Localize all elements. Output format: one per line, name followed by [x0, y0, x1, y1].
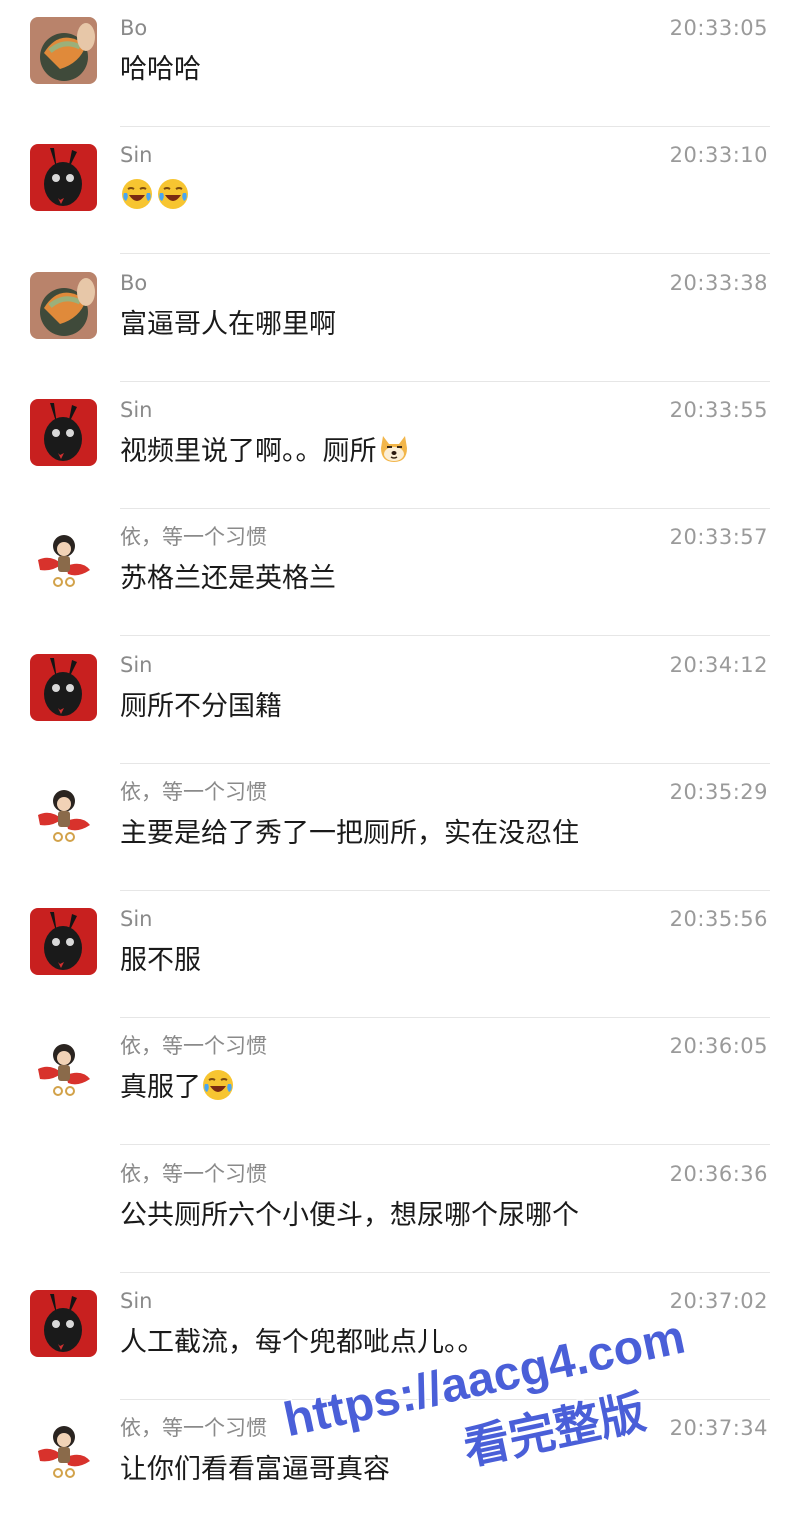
message-body: 主要是给了秀了一把厕所，实在没忍住 [120, 814, 579, 854]
yi-avatar[interactable] [30, 780, 97, 848]
message-item[interactable]: Sin 20:34:12 厕所不分国籍 [0, 637, 800, 764]
message-text: 哈哈哈 [120, 54, 201, 85]
sender-name: 依，等一个习惯 [120, 525, 267, 550]
message-item[interactable]: Sin 20:35:56 服不服 [0, 891, 800, 1019]
message-timestamp: 20:33:57 [669, 525, 768, 550]
sin-avatar[interactable] [30, 1290, 97, 1357]
message-body: 苏格兰还是英格兰 [120, 559, 336, 599]
sin-avatar[interactable] [30, 653, 97, 721]
yi-avatar[interactable] [30, 1035, 97, 1103]
message-timestamp: 20:36:36 [669, 1161, 768, 1186]
sender-name: Sin [120, 1289, 153, 1313]
sender-name: Bo [120, 270, 148, 295]
bo-avatar[interactable] [30, 17, 97, 84]
message-body: 视频里说了啊。。厕所 [120, 432, 413, 472]
message-text: 真服了 [120, 1072, 201, 1104]
yi-avatar[interactable] [30, 1417, 97, 1485]
message-item[interactable]: 依，等一个习惯 20:36:05 真服了 [0, 1018, 800, 1146]
sender-name: Sin [120, 652, 153, 677]
sender-name: Sin [120, 907, 153, 932]
message-text: 视频里说了啊。。厕所 [120, 435, 377, 467]
message-item[interactable]: 依，等一个习惯 20:37:34 让你们看看富逼哥真容 [0, 1400, 800, 1527]
message-item[interactable]: Bo 20:33:05 哈哈哈 [0, 0, 800, 127]
message-text: 公共厕所六个小便斗，想尿哪个尿哪个 [120, 1199, 579, 1231]
message-timestamp: 20:33:10 [669, 143, 768, 168]
message-item[interactable]: 依，等一个习惯 20:36:36 公共厕所六个小便斗，想尿哪个尿哪个 [0, 1146, 800, 1273]
laugh-cry-emoji [201, 1068, 235, 1102]
message-body: 服不服 [120, 941, 201, 981]
message-text: 厕所不分国籍 [120, 690, 282, 722]
message-body [120, 177, 192, 217]
message-body: 真服了 [120, 1068, 237, 1108]
message-timestamp: 20:37:34 [669, 1416, 768, 1441]
message-item[interactable]: 依，等一个习惯 20:33:57 苏格兰还是英格兰 [0, 509, 800, 637]
message-item[interactable]: Sin 20:33:55 视频里说了啊。。厕所 [0, 382, 800, 509]
sin-avatar[interactable] [30, 908, 97, 976]
sin-avatar[interactable] [30, 144, 97, 212]
sender-name: 依，等一个习惯 [120, 1161, 267, 1186]
message-item[interactable]: Bo 20:33:38 富逼哥人在哪里啊 [0, 255, 800, 382]
message-timestamp: 20:35:56 [669, 907, 768, 932]
message-timestamp: 20:33:05 [669, 16, 768, 40]
sender-name: 依，等一个习惯 [120, 1416, 267, 1441]
message-timestamp: 20:36:05 [669, 1034, 768, 1059]
message-text: 主要是给了秀了一把厕所，实在没忍住 [120, 817, 579, 849]
message-body: 富逼哥人在哪里啊 [120, 305, 336, 345]
message-text: 苏格兰还是英格兰 [120, 563, 336, 595]
laugh-cry-emoji [156, 177, 190, 211]
message-body: 公共厕所六个小便斗，想尿哪个尿哪个 [120, 1196, 579, 1236]
message-timestamp: 20:33:55 [669, 397, 768, 422]
message-text: 服不服 [120, 945, 201, 977]
sender-name: Sin [120, 397, 153, 422]
message-item[interactable]: 依，等一个习惯 20:35:29 主要是给了秀了一把厕所，实在没忍住 [0, 764, 800, 891]
message-timestamp: 20:37:02 [669, 1289, 768, 1313]
message-body: 哈哈哈 [120, 50, 201, 90]
sin-avatar[interactable] [30, 398, 97, 466]
message-item[interactable]: Sin 20:37:02 人工截流，每个兜都呲点儿。。 [0, 1273, 800, 1400]
laugh-cry-emoji [120, 177, 154, 211]
sender-name: 依，等一个习惯 [120, 1034, 267, 1059]
message-text: 让你们看看富逼哥真容 [120, 1454, 390, 1486]
message-timestamp: 20:33:38 [669, 270, 768, 295]
sender-name: Bo [120, 16, 148, 40]
sender-name: 依，等一个习惯 [120, 779, 267, 804]
bo-avatar[interactable] [30, 271, 97, 339]
message-body: 厕所不分国籍 [120, 687, 282, 727]
sender-name: Sin [120, 143, 153, 168]
message-timestamp: 20:35:29 [669, 779, 768, 804]
yi-avatar[interactable] [30, 526, 97, 594]
message-item[interactable]: Sin 20:33:10 [0, 127, 800, 255]
doge-emoji [377, 432, 411, 466]
message-timestamp: 20:34:12 [669, 652, 768, 677]
message-body: 人工截流，每个兜都呲点儿。。 [120, 1323, 485, 1363]
message-text: 富逼哥人在哪里啊 [120, 308, 336, 340]
message-text: 人工截流，每个兜都呲点儿。。 [120, 1327, 485, 1358]
message-body: 让你们看看富逼哥真容 [120, 1450, 390, 1490]
